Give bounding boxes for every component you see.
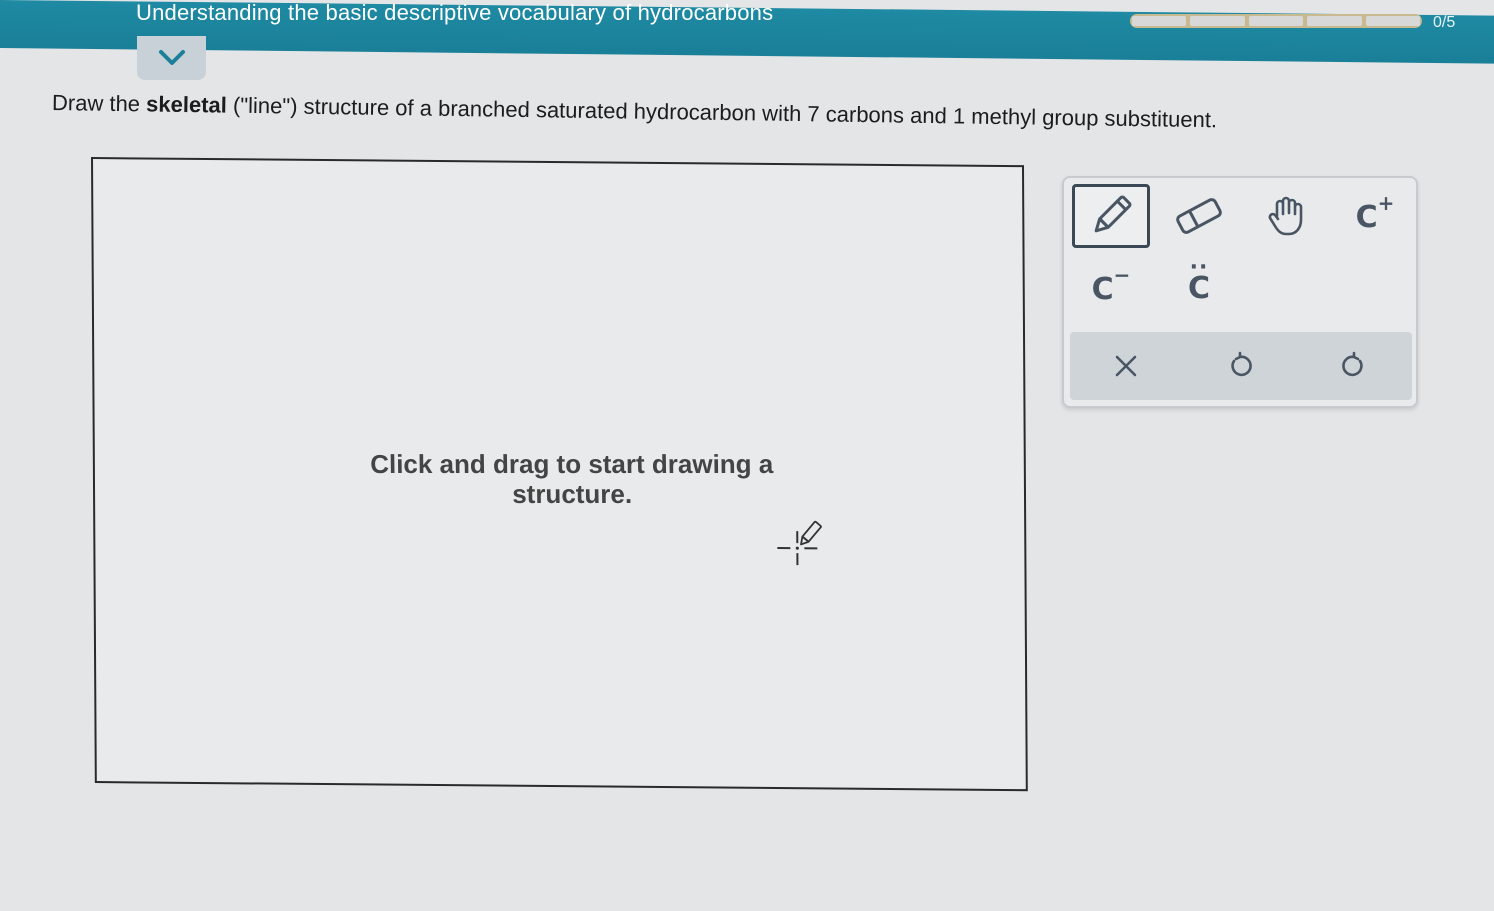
chevron-down-icon <box>158 50 185 65</box>
question-bold: skeletal <box>145 91 228 118</box>
carbocation-label: C+ <box>1355 191 1395 235</box>
pencil-icon <box>1094 195 1132 233</box>
progress-segment <box>1132 16 1187 26</box>
carbanion-label: C− <box>1091 263 1131 307</box>
carbocation-tool[interactable]: C+ <box>1336 184 1414 248</box>
undo-icon <box>1231 351 1252 377</box>
hand-icon <box>1268 196 1303 236</box>
clear-button[interactable] <box>1086 332 1166 400</box>
question-prefix: Draw the <box>51 90 147 117</box>
progress-segment <box>1307 16 1362 26</box>
progress-segment <box>1365 16 1421 26</box>
plus-charge-mark: + <box>1377 191 1395 215</box>
progress-bar <box>1130 14 1422 28</box>
progress-segment <box>1190 16 1245 26</box>
canvas-hint: Click and drag to start drawing a struct… <box>369 449 774 510</box>
eraser-icon <box>1176 198 1222 234</box>
collapse-button[interactable] <box>137 36 206 80</box>
carbocation-letter: C <box>1355 200 1378 235</box>
question-suffix: ("line") structure of a branched saturat… <box>226 92 1218 133</box>
action-bar <box>1070 332 1412 400</box>
topic-title: Understanding the basic descriptive voca… <box>136 0 774 25</box>
question-text: Draw the skeletal ("line") structure of … <box>52 90 1412 136</box>
carbene-tool[interactable]: ·· C <box>1160 255 1238 320</box>
lone-pair-mark: ·· <box>1189 254 1209 280</box>
pencil-tool[interactable] <box>1072 184 1150 248</box>
hand-tool[interactable] <box>1248 184 1326 248</box>
undo-button[interactable] <box>1200 332 1280 400</box>
toolbox-panel: C+ C− ·· C <box>1062 176 1418 408</box>
crosshair-pencil-cursor-icon <box>777 520 822 566</box>
carbene-label: ·· C <box>1188 255 1210 306</box>
close-icon <box>1115 355 1137 377</box>
drawing-canvas[interactable]: Click and drag to start drawing a struct… <box>91 157 1028 792</box>
progress-segment <box>1248 16 1304 26</box>
carbanion-tool[interactable]: C− <box>1072 256 1150 320</box>
minus-charge-mark: − <box>1113 263 1131 287</box>
carbanion-letter: C <box>1091 272 1114 307</box>
redo-icon <box>1342 351 1363 377</box>
redo-button[interactable] <box>1314 332 1394 400</box>
eraser-tool[interactable] <box>1160 184 1238 248</box>
progress-count: 0/5 <box>1433 14 1456 31</box>
